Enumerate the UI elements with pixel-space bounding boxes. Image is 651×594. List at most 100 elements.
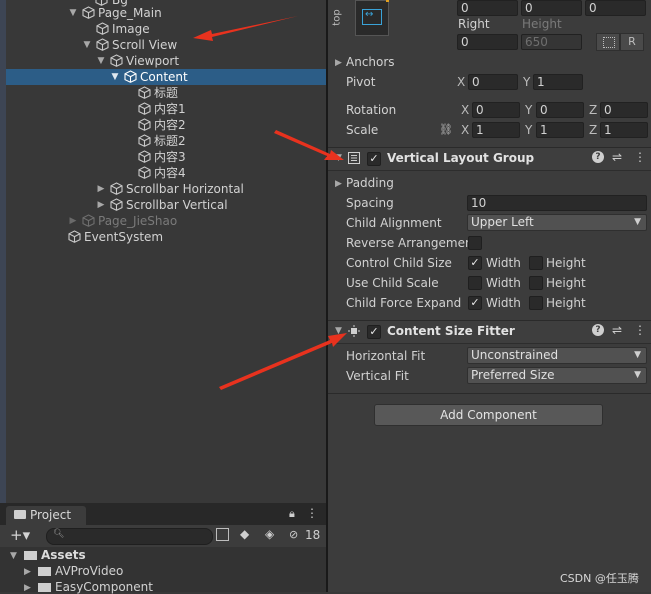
anchors-label[interactable]: Anchors (346, 55, 395, 69)
blueprint-mode-button[interactable] (596, 33, 620, 51)
hidden-count-badge: 18 (305, 528, 321, 542)
spacing-field[interactable]: 10 (467, 195, 647, 211)
scale-y-field[interactable]: 1 (536, 122, 584, 138)
hierarchy-item-page-main[interactable]: ▼ Page_Main (6, 5, 326, 21)
hierarchy-item-eventsystem[interactable]: EventSystem (6, 229, 326, 245)
anchors-expand-icon[interactable]: ▶ (335, 58, 342, 68)
hierarchy-item-scrollbar-vertical[interactable]: ▶ Scrollbar Vertical (6, 197, 326, 213)
hierarchy-item-label: Scroll View (112, 38, 178, 52)
content-size-fitter-header[interactable]: ▼ ✓ Content Size Fitter ? ⇌ ⋮ (328, 320, 651, 344)
component-expand-icon[interactable]: ▼ (335, 326, 342, 336)
gameobject-icon (138, 166, 151, 179)
scale-x-field[interactable]: 1 (472, 122, 520, 138)
presets-icon[interactable]: ⇌ (612, 323, 622, 337)
width-label: Width (486, 276, 521, 290)
component-menu-icon[interactable]: ⋮ (634, 150, 646, 164)
gameobject-icon (110, 54, 123, 67)
inspector-panel: top ↔ 0 0 0 Right Height 0 650 R ▶ Ancho… (328, 0, 651, 592)
hidden-eye-icon[interactable]: ⊘ (289, 528, 298, 541)
help-icon[interactable]: ? (592, 151, 604, 163)
hierarchy-item-image[interactable]: Image (6, 21, 326, 37)
hierarchy-item-page-jieshao[interactable]: ▶ Page_JieShao (6, 213, 326, 229)
vertical-fit-dropdown[interactable]: Preferred Size ▼ (467, 367, 647, 384)
dropdown-caret-icon: ▼ (634, 350, 641, 360)
control-height-checkbox[interactable] (529, 256, 543, 270)
constrain-proportions-icon[interactable]: ⛓ (439, 123, 453, 136)
component-menu-icon[interactable]: ⋮ (634, 323, 646, 337)
scale-height-checkbox[interactable] (529, 276, 543, 290)
pivot-x-field[interactable]: 0 (468, 74, 518, 90)
tab-project[interactable]: Project (6, 506, 86, 526)
hierarchy-item-scroll-view[interactable]: ▼ Scroll View (6, 37, 326, 53)
expand-arrow-icon[interactable]: ▼ (68, 5, 78, 21)
right-field[interactable]: 0 (457, 34, 518, 50)
tag-icon[interactable]: ◈ (265, 527, 274, 541)
assets-label[interactable]: Assets (41, 548, 86, 562)
vertical-layout-group-header[interactable]: ▼ ✓ Vertical Layout Group ? ⇌ ⋮ (328, 147, 651, 171)
hierarchy-item-scrollbar-horizontal[interactable]: ▶ Scrollbar Horizontal (6, 181, 326, 197)
height-field[interactable]: 650 (521, 34, 582, 50)
padding-expand-icon[interactable]: ▶ (335, 179, 342, 189)
horizontal-fit-dropdown[interactable]: Unconstrained ▼ (467, 347, 647, 364)
collapse-arrow-icon[interactable]: ▶ (68, 213, 78, 229)
separator (328, 393, 651, 394)
hierarchy-item-content3[interactable]: 内容3 (6, 149, 326, 165)
hierarchy-item-title2[interactable]: 标题2 (6, 133, 326, 149)
expand-arrow-icon[interactable]: ▼ (82, 37, 92, 53)
scale-z-field[interactable]: 1 (600, 122, 648, 138)
vertical-fit-label: Vertical Fit (346, 369, 409, 383)
pivot-y-field[interactable]: 1 (533, 74, 583, 90)
right-label: Right (458, 17, 490, 31)
collapse-arrow-icon[interactable]: ▶ (96, 181, 106, 197)
search-by-type-icon[interactable] (216, 528, 229, 541)
anchor-presets-button[interactable]: ↔ (355, 0, 389, 36)
search-input[interactable]: 🔍︎ (46, 528, 213, 545)
hierarchy-item-content4[interactable]: 内容4 (6, 165, 326, 181)
gameobject-icon (82, 6, 95, 19)
presets-icon[interactable]: ⇌ (612, 150, 622, 164)
component-enabled-checkbox[interactable]: ✓ (367, 152, 381, 166)
expand-arrow-icon[interactable]: ▼ (96, 53, 106, 69)
padding-label[interactable]: Padding (346, 176, 394, 190)
scale-width-checkbox[interactable] (468, 276, 482, 290)
hierarchy-item-viewport[interactable]: ▼ Viewport (6, 53, 326, 69)
rotation-label: Rotation (346, 103, 397, 117)
filter-by-label-icon[interactable]: ◆ (240, 527, 249, 541)
reverse-arrangement-checkbox[interactable] (468, 236, 482, 250)
gameobject-icon (124, 70, 137, 83)
child-alignment-dropdown[interactable]: Upper Left ▼ (467, 214, 647, 231)
scale-label: Scale (346, 123, 379, 137)
help-icon[interactable]: ? (592, 324, 604, 336)
gameobject-icon (96, 38, 109, 51)
more-menu-icon[interactable]: ⋮ (306, 506, 318, 520)
pos-z-field[interactable]: 0 (585, 0, 646, 16)
expand-height-checkbox[interactable] (529, 296, 543, 310)
pos-x-field[interactable]: 0 (457, 0, 518, 16)
collapse-arrow-icon[interactable]: ▶ (96, 197, 106, 213)
lock-icon[interactable]: 🔒︎ (289, 507, 295, 521)
rotation-y-field[interactable]: 0 (536, 102, 584, 118)
hierarchy-item-label: 标题2 (154, 134, 186, 148)
expand-arrow-icon[interactable]: ▼ (10, 551, 17, 561)
component-title: Content Size Fitter (387, 324, 515, 338)
reverse-arrangement-label: Reverse Arrangement (346, 236, 478, 250)
pos-y-field[interactable]: 0 (521, 0, 582, 16)
add-component-button[interactable]: Add Component (374, 404, 603, 426)
component-expand-icon[interactable]: ▼ (335, 153, 342, 163)
create-plus-icon[interactable]: +▾ (10, 526, 30, 544)
expand-arrow-icon[interactable]: ▼ (110, 69, 120, 85)
axis-z-label: Z (589, 123, 598, 137)
hierarchy-item-content1[interactable]: 内容1 (6, 101, 326, 117)
component-enabled-checkbox[interactable]: ✓ (367, 325, 381, 339)
hierarchy-item-title[interactable]: 标题 (6, 85, 326, 101)
control-width-checkbox[interactable]: ✓ (468, 256, 482, 270)
rotation-x-field[interactable]: 0 (472, 102, 520, 118)
collapse-arrow-icon[interactable]: ▶ (24, 567, 31, 577)
raw-edit-button[interactable]: R (620, 33, 644, 51)
hierarchy-item-content2[interactable]: 内容2 (6, 117, 326, 133)
axis-y-label: Y (525, 103, 533, 117)
hierarchy-item-content[interactable]: ▼ Content (6, 69, 326, 85)
expand-width-checkbox[interactable]: ✓ (468, 296, 482, 310)
folder-avprovideo[interactable]: AVProVideo (55, 564, 123, 578)
rotation-z-field[interactable]: 0 (600, 102, 648, 118)
